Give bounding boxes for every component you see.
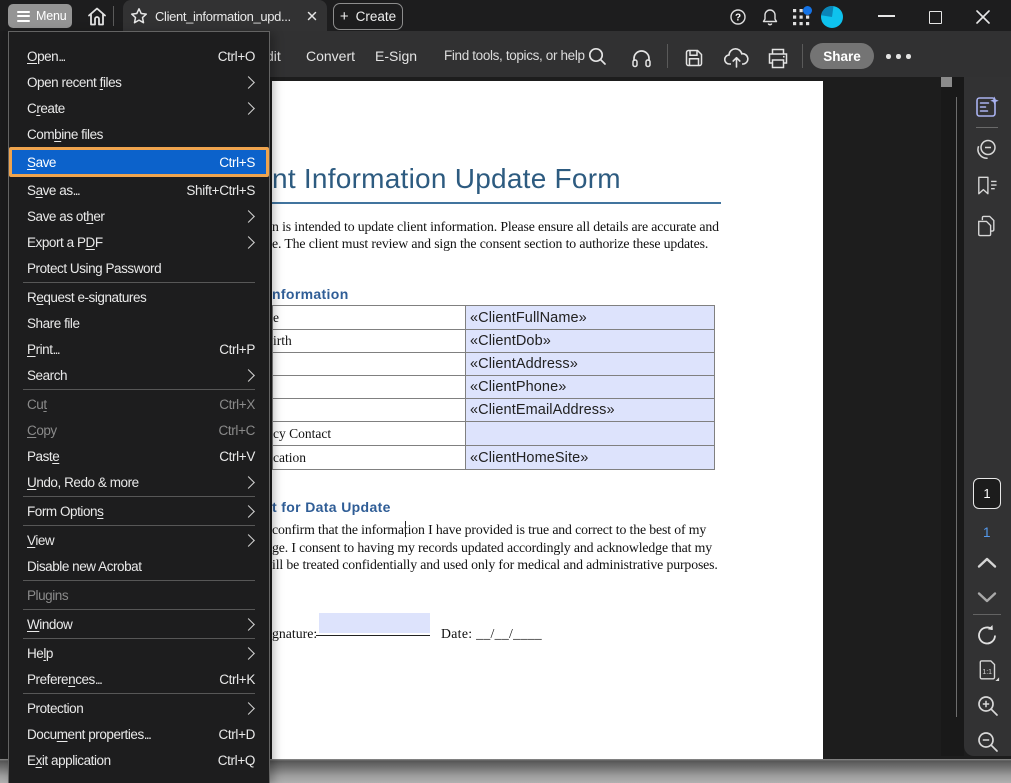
svg-text:1:1: 1:1 — [982, 669, 992, 676]
svg-text:?: ? — [735, 12, 741, 23]
